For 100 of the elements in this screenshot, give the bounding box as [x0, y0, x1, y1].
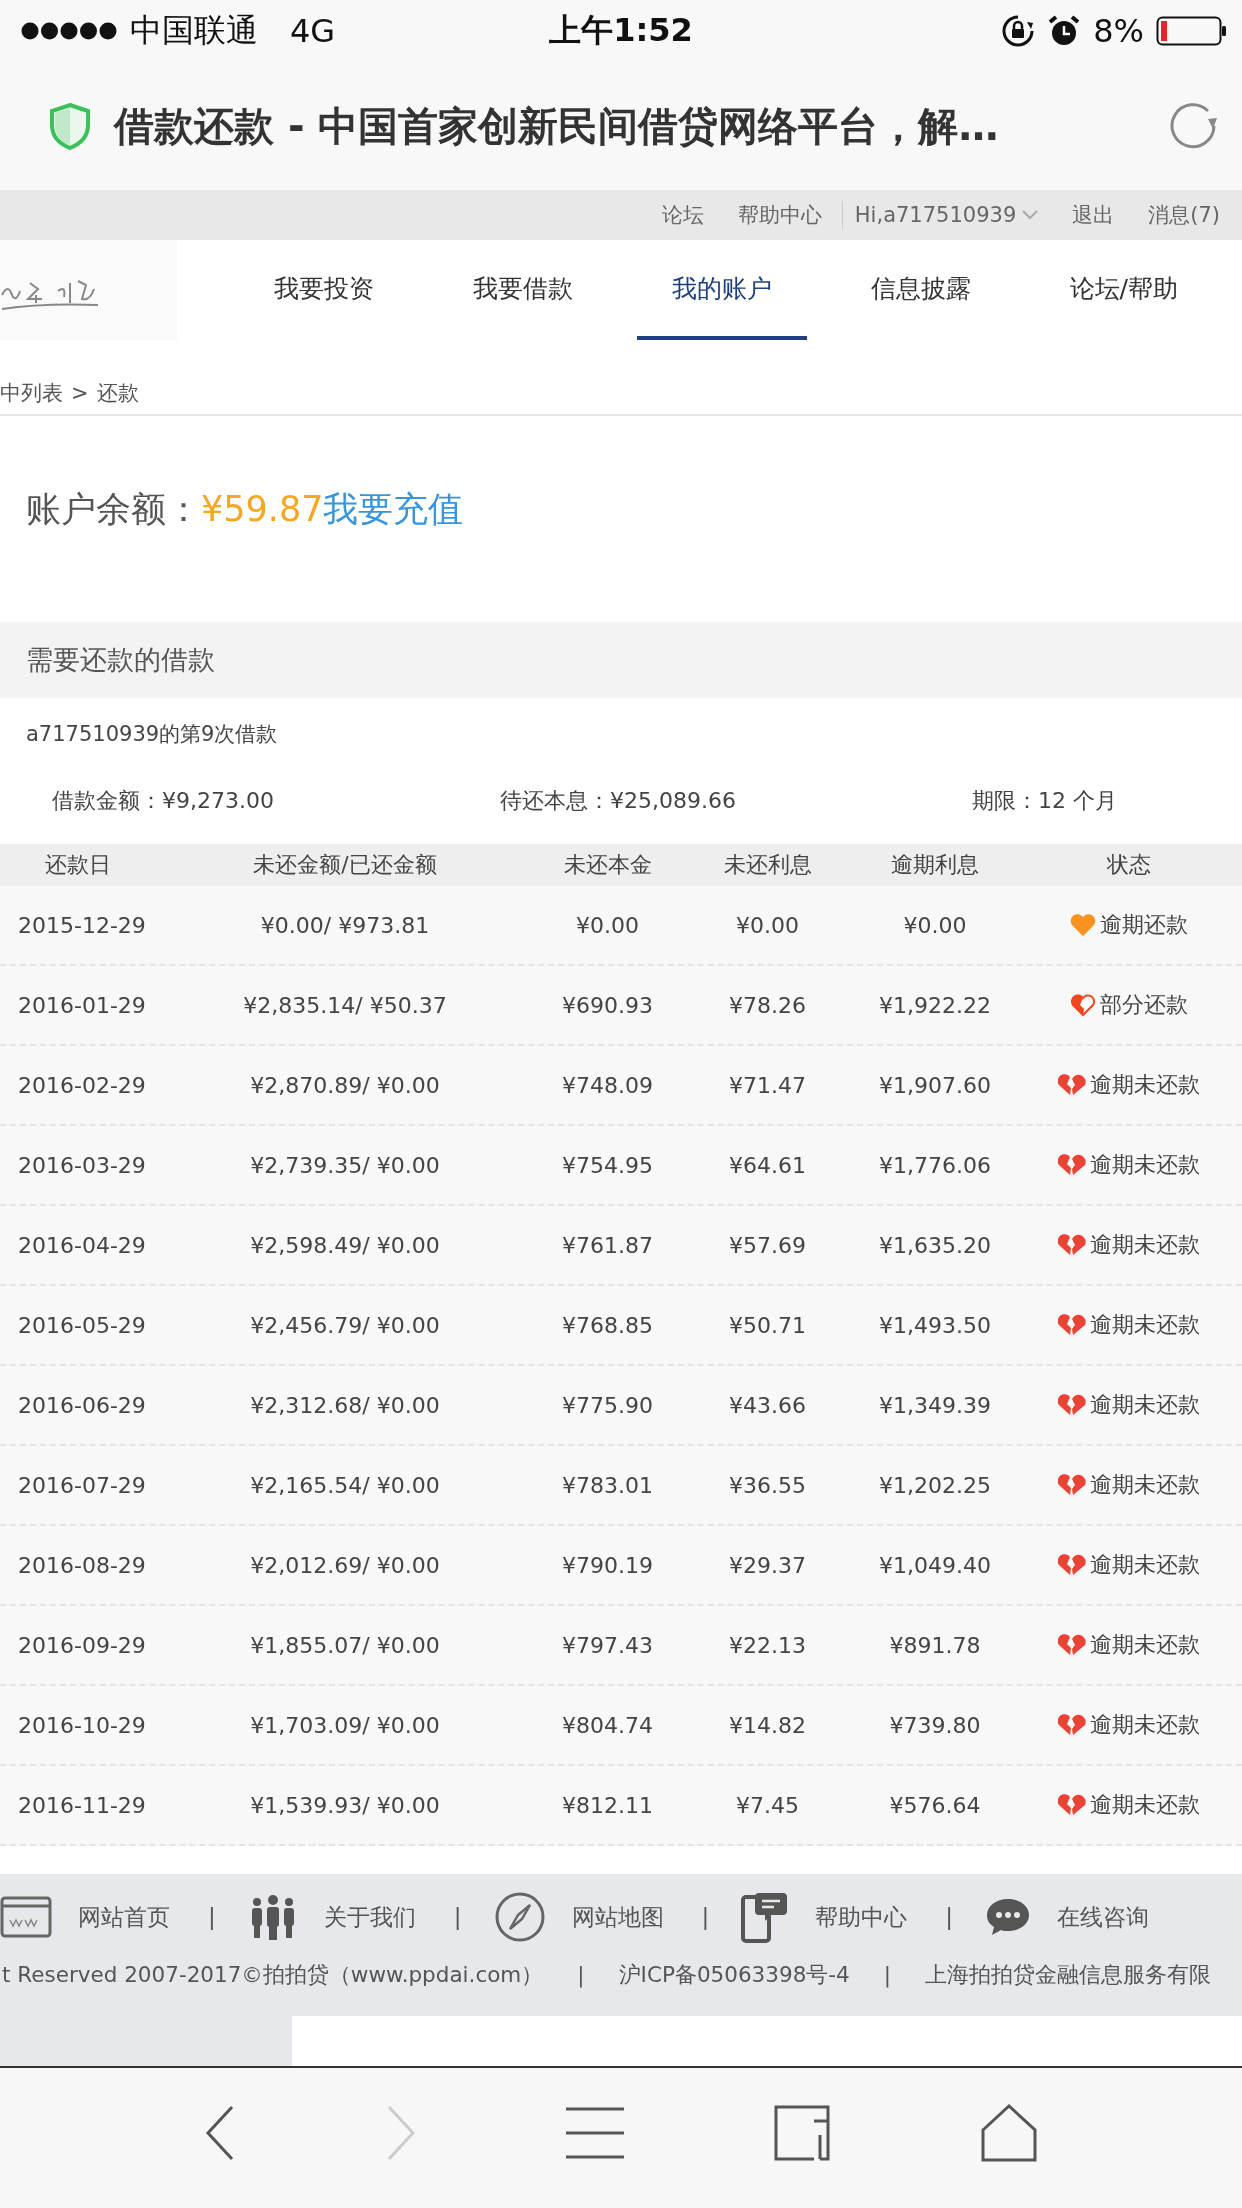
table-cell-text: ¥0.00/ ¥973.81: [259, 912, 431, 938]
chevron-down-icon: [1022, 210, 1039, 220]
nav-tab[interactable]: 我要投资: [238, 240, 409, 340]
balance-amount: ¥59.87: [201, 489, 324, 529]
top-link[interactable]: 帮助中心: [737, 201, 822, 229]
menu-icon[interactable]: [565, 2107, 624, 2159]
section-header: 需要还款的借款: [0, 622, 1242, 698]
top-link[interactable]: 消息(7): [1148, 201, 1220, 229]
table-cell-text: 2016-04-29: [17, 1232, 147, 1258]
browser-window-icon[interactable]: [0, 1896, 52, 1938]
table-cell-text: ¥71.47: [728, 1072, 807, 1098]
table-cell-text: ¥0.00: [575, 912, 640, 938]
page-title: 借款还款 - 中国首家创新民间借贷网络平台，解…: [114, 101, 1000, 151]
table-cell-text: ¥1,049.40: [878, 1552, 992, 1578]
table-cell-text: ¥36.55: [728, 1472, 807, 1498]
status-text: 逾期还款: [1099, 911, 1188, 939]
table-cell-text: ¥0.00: [902, 912, 968, 938]
loan-amount: 借款金额：¥9,273.00: [52, 787, 275, 815]
column-header: 未还利息: [722, 851, 813, 879]
top-link[interactable]: 论坛: [661, 201, 704, 229]
table-cell-text: ¥783.01: [561, 1472, 654, 1498]
nav-tab[interactable]: 信息披露: [835, 240, 1006, 340]
status-text: 逾期未还款: [1089, 1071, 1200, 1099]
rotation-lock-icon: [1001, 14, 1036, 48]
tabs-icon[interactable]: [774, 2105, 831, 2161]
breadcrumb-link[interactable]: 中列表: [0, 379, 63, 407]
table-cell-text: ¥775.90: [561, 1392, 654, 1418]
table-cell-text: ¥2,312.68/ ¥0.00: [249, 1392, 441, 1418]
separator: |: [945, 1904, 953, 1930]
table-cell-text: 2015-12-29: [17, 912, 147, 938]
table-cell-text: ¥891.78: [888, 1632, 982, 1658]
table-cell-text: ¥57.69: [728, 1232, 807, 1258]
table-cell-text: 2016-03-29: [17, 1152, 147, 1178]
footer-link[interactable]: 帮助中心: [815, 1901, 908, 1933]
table-cell-text: ¥690.93: [561, 992, 654, 1018]
table-cell-text: ¥739.80: [888, 1712, 982, 1738]
status-text: 逾期未还款: [1089, 1791, 1200, 1819]
table-cell-text: 2016-07-29: [17, 1472, 147, 1498]
table-cell-text: 2016-10-29: [17, 1712, 147, 1738]
outstanding-amount: 待还本息：¥25,089.66: [500, 787, 737, 815]
footer-link[interactable]: 关于我们: [323, 1901, 416, 1933]
table-cell-text: ¥2,598.49/ ¥0.00: [249, 1232, 441, 1258]
separator: |: [701, 1904, 710, 1930]
breadcrumb-current: 还款: [96, 380, 139, 407]
column-header: 逾期利息: [890, 851, 980, 879]
nav-tab[interactable]: 我要借款: [437, 240, 608, 340]
copyright-text: t Reserved 2007-2017©拍拍贷（www.ppdai.com）: [2, 1961, 544, 1989]
compass-icon[interactable]: [493, 1891, 546, 1943]
table-cell-text: ¥754.95: [561, 1152, 654, 1178]
footer-link[interactable]: 网站地图: [571, 1901, 664, 1933]
status-text: 部分还款: [1099, 991, 1188, 1019]
table-cell-text: 2016-09-29: [17, 1632, 147, 1658]
table-cell-text: ¥1,493.50: [878, 1312, 992, 1338]
table-cell-text: ¥812.11: [561, 1792, 654, 1818]
table-cell-text: ¥2,739.35/ ¥0.00: [249, 1152, 441, 1178]
table-cell-text: ¥748.09: [561, 1072, 654, 1098]
copyright-text: 沪ICP备05063398号-4: [618, 1961, 850, 1989]
footer-link[interactable]: 在线咨询: [1057, 1901, 1149, 1933]
table-cell-text: ¥50.71: [728, 1312, 807, 1338]
column-header: 未还本金: [562, 851, 653, 879]
separator: |: [883, 1962, 891, 1987]
alarm-icon: [1047, 14, 1082, 48]
table-cell-text: ¥790.19: [561, 1552, 654, 1578]
table-cell-text: ¥1,703.09/ ¥0.00: [249, 1712, 441, 1738]
table-cell-text: ¥1,635.20: [878, 1232, 992, 1258]
status-text: 逾期未还款: [1089, 1471, 1200, 1499]
table-cell-text: ¥2,835.14/ ¥50.37: [242, 992, 448, 1018]
table-cell-text: ¥576.64: [888, 1792, 982, 1818]
table-cell-text: 2016-02-29: [17, 1072, 147, 1098]
nav-tab[interactable]: 论坛/帮助: [1034, 240, 1213, 340]
table-cell-text: ¥1,922.22: [878, 992, 992, 1018]
table-cell-text: ¥14.82: [728, 1712, 807, 1738]
separator: |: [208, 1904, 216, 1930]
table-cell-text: ¥1,855.07/ ¥0.00: [249, 1632, 441, 1658]
table-cell-text: ¥1,539.93/ ¥0.00: [249, 1792, 441, 1818]
back-icon[interactable]: [205, 2105, 236, 2161]
top-link[interactable]: 退出: [1072, 201, 1115, 229]
loan-term: 期限：12 个月: [972, 787, 1117, 815]
user-menu[interactable]: Hi,a717510939: [854, 203, 1039, 227]
carrier-name: 中国联通: [130, 10, 258, 51]
table-cell-text: ¥43.66: [728, 1392, 807, 1418]
nav-tab[interactable]: 我的账户: [636, 240, 807, 340]
table-cell-text: ¥1,349.39: [878, 1392, 992, 1418]
status-text: 逾期未还款: [1089, 1711, 1200, 1739]
home-icon[interactable]: [980, 2104, 1037, 2162]
table-cell-text: ¥0.00: [735, 912, 800, 938]
loan-title: a717510939的第9次借款: [25, 721, 279, 748]
table-cell-text: ¥804.74: [561, 1712, 654, 1738]
signal-icon: [20, 21, 118, 41]
column-header: 还款日: [43, 851, 112, 879]
phone-speech-bubble-icon[interactable]: [741, 1891, 790, 1943]
status-text: 逾期未还款: [1089, 1231, 1200, 1259]
recharge-link[interactable]: 我要充值: [323, 485, 464, 533]
table-cell-text: 2016-08-29: [17, 1552, 147, 1578]
breadcrumb-separator: >: [71, 381, 89, 405]
battery-icon: [1156, 16, 1228, 46]
footer-link[interactable]: 网站首页: [78, 1901, 170, 1933]
table-cell-text: ¥2,870.89/ ¥0.00: [249, 1072, 441, 1098]
chat-bubble-icon[interactable]: [985, 1897, 1031, 1937]
table-cell-text: 2016-01-29: [17, 992, 147, 1018]
